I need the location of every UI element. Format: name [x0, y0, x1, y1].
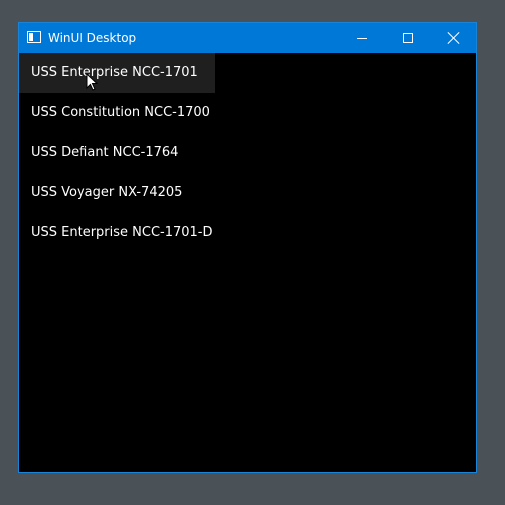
- window-content: USS Enterprise NCC-1701 USS Constitution…: [19, 53, 476, 472]
- list-item[interactable]: USS Voyager NX-74205: [19, 173, 215, 213]
- window-title: WinUI Desktop: [48, 31, 137, 45]
- app-icon: [27, 31, 41, 43]
- close-icon: [448, 32, 460, 44]
- ship-list: USS Enterprise NCC-1701 USS Constitution…: [19, 53, 215, 253]
- minimize-button[interactable]: [339, 23, 385, 53]
- title-bar[interactable]: WinUI Desktop: [19, 23, 476, 53]
- mouse-cursor-icon: [86, 73, 98, 91]
- list-item[interactable]: USS Enterprise NCC-1701-D: [19, 213, 215, 253]
- close-button[interactable]: [431, 23, 477, 53]
- list-item[interactable]: USS Constitution NCC-1700: [19, 93, 215, 133]
- maximize-button[interactable]: [385, 23, 431, 53]
- minimize-icon: [357, 38, 367, 39]
- maximize-icon: [403, 33, 413, 43]
- list-item[interactable]: USS Enterprise NCC-1701: [19, 53, 215, 93]
- list-item[interactable]: USS Defiant NCC-1764: [19, 133, 215, 173]
